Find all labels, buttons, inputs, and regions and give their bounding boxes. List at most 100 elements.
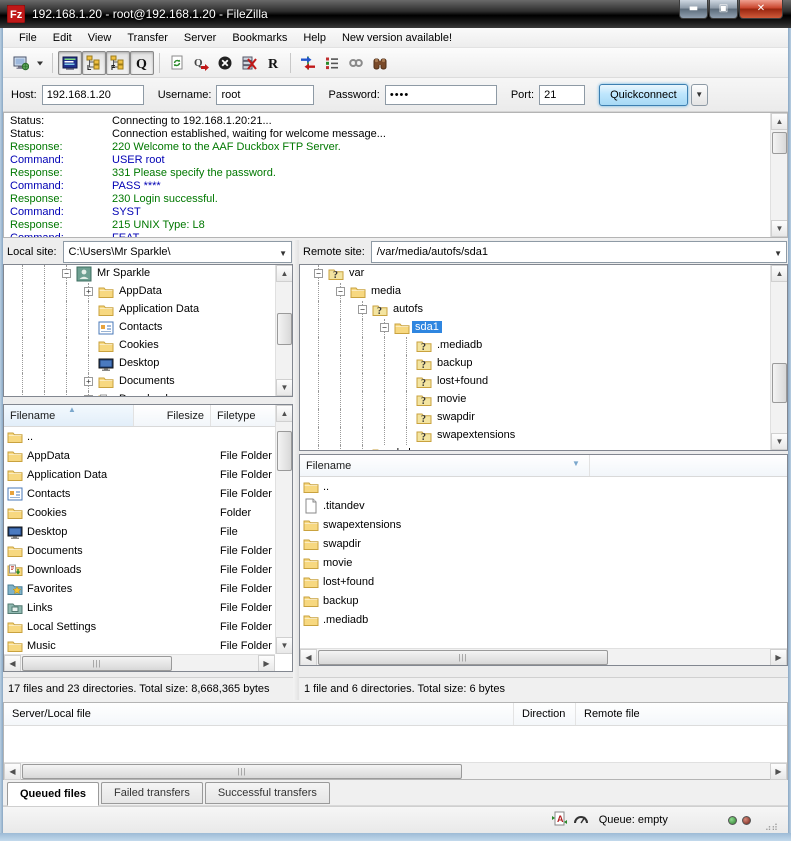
scroll-right-icon[interactable]: ▶ xyxy=(770,763,787,780)
menu-transfer[interactable]: Transfer xyxy=(119,30,176,46)
scroll-up-icon[interactable]: ▲ xyxy=(276,265,293,282)
local-tree-item[interactable]: +Downloads xyxy=(4,391,292,397)
menu-new-version-notice[interactable]: New version available! xyxy=(334,30,460,46)
menu-view[interactable]: View xyxy=(80,30,120,46)
local-tree-item[interactable]: Cookies xyxy=(4,337,292,355)
local-site-combobox[interactable]: C:\Users\Mr Sparkle\ ▼ xyxy=(63,241,292,263)
tab-queued-files[interactable]: Queued files xyxy=(7,782,99,806)
toggle-message-log-button[interactable] xyxy=(58,51,82,75)
local-file-row[interactable]: Desktop File xyxy=(4,522,275,541)
scroll-down-icon[interactable]: ▼ xyxy=(771,433,788,450)
remote-tree-item[interactable]: −?var xyxy=(300,265,787,283)
remote-tree-item[interactable]: ?swapdir xyxy=(300,409,787,427)
scroll-down-icon[interactable]: ▼ xyxy=(771,220,788,237)
column-header-filename[interactable]: Filename▼ xyxy=(300,455,590,476)
local-file-row[interactable]: Application Data File Folder xyxy=(4,465,275,484)
remote-site-combobox[interactable]: /var/media/autofs/sda1 ▼ xyxy=(371,241,787,263)
local-tree-item[interactable]: Contacts xyxy=(4,319,292,337)
scroll-down-icon[interactable]: ▼ xyxy=(276,379,293,396)
local-file-row[interactable]: Cookies Folder xyxy=(4,503,275,522)
host-input[interactable] xyxy=(42,85,144,105)
scrollbar-thumb[interactable] xyxy=(772,363,787,403)
password-input[interactable] xyxy=(385,85,497,105)
local-tree-item[interactable]: Application Data xyxy=(4,301,292,319)
remote-file-row[interactable]: .titandev xyxy=(300,496,787,515)
local-file-row[interactable]: Documents File Folder xyxy=(4,541,275,560)
message-log-scrollbar[interactable]: ▲ ▼ xyxy=(770,113,787,237)
remote-file-row[interactable]: .mediadb xyxy=(300,610,787,629)
directory-comparison-button[interactable] xyxy=(296,51,320,75)
scroll-left-icon[interactable]: ◀ xyxy=(300,649,317,666)
disconnect-button[interactable] xyxy=(237,51,261,75)
site-manager-dropdown[interactable] xyxy=(33,51,47,75)
local-file-row[interactable]: Favorites File Folder xyxy=(4,579,275,598)
port-input[interactable] xyxy=(539,85,585,105)
menu-help[interactable]: Help xyxy=(295,30,334,46)
remote-file-row[interactable]: swapdir xyxy=(300,534,787,553)
scroll-left-icon[interactable]: ◀ xyxy=(4,763,21,780)
scroll-left-icon[interactable]: ◀ xyxy=(4,655,21,672)
menu-server[interactable]: Server xyxy=(176,30,224,46)
remote-tree-item[interactable]: −?autofs xyxy=(300,301,787,319)
scroll-right-icon[interactable]: ▶ xyxy=(258,655,275,672)
collapse-icon[interactable]: − xyxy=(314,269,323,278)
expand-icon[interactable]: + xyxy=(84,395,93,397)
minimize-button[interactable]: ▬ xyxy=(679,0,708,19)
local-list-vscrollbar[interactable]: ▲ ▼ xyxy=(275,405,292,654)
local-tree-item[interactable]: +Documents xyxy=(4,373,292,391)
queue-column-local-file[interactable]: Server/Local file xyxy=(4,703,514,725)
menu-edit[interactable]: Edit xyxy=(45,30,80,46)
quickconnect-button[interactable]: Quickconnect xyxy=(599,84,688,106)
resize-grip[interactable]: ⣠⣴ xyxy=(765,820,778,831)
collapse-icon[interactable]: − xyxy=(358,305,367,314)
local-tree-item[interactable]: Desktop xyxy=(4,355,292,373)
local-file-row[interactable]: Links File Folder xyxy=(4,598,275,617)
toggle-local-tree-button[interactable]: L xyxy=(82,51,106,75)
collapse-icon[interactable]: − xyxy=(62,269,71,278)
tab-successful-transfers[interactable]: Successful transfers xyxy=(205,782,330,804)
local-tree-item[interactable]: −Mr Sparkle xyxy=(4,265,292,283)
column-header-filesize[interactable]: Filesize xyxy=(134,405,211,426)
scrollbar-thumb[interactable] xyxy=(772,132,787,154)
synchronized-browsing-button[interactable] xyxy=(344,51,368,75)
expand-icon[interactable]: + xyxy=(84,377,93,386)
local-file-row[interactable]: Local Settings File Folder xyxy=(4,617,275,636)
scrollbar-thumb[interactable]: ||| xyxy=(318,650,608,665)
queue-column-remote-file[interactable]: Remote file xyxy=(576,703,787,725)
titlebar[interactable]: Fz 192.168.1.20 - root@192.168.1.20 - Fi… xyxy=(0,0,791,28)
local-file-row[interactable]: Contacts File Folder xyxy=(4,484,275,503)
refresh-button[interactable] xyxy=(165,51,189,75)
queue-column-direction[interactable]: Direction xyxy=(514,703,576,725)
toggle-queue-button[interactable]: Q xyxy=(130,51,154,75)
reconnect-button[interactable]: R xyxy=(261,51,285,75)
local-file-row[interactable]: Downloads File Folder xyxy=(4,560,275,579)
remote-tree-scrollbar[interactable]: ▲ ▼ xyxy=(770,265,787,450)
local-tree-scrollbar[interactable]: ▲ ▼ xyxy=(275,265,292,396)
close-button[interactable]: ✕ xyxy=(739,0,783,19)
menu-file[interactable]: File xyxy=(11,30,45,46)
remote-file-row[interactable]: movie xyxy=(300,553,787,572)
menu-bookmarks[interactable]: Bookmarks xyxy=(224,30,295,46)
tab-failed-transfers[interactable]: Failed transfers xyxy=(101,782,203,804)
local-list-hscrollbar[interactable]: ◀ ||| ▶ xyxy=(4,654,275,671)
process-queue-button[interactable]: Q xyxy=(189,51,213,75)
scrollbar-thumb[interactable]: ||| xyxy=(22,656,172,671)
remote-file-row[interactable]: backup xyxy=(300,591,787,610)
cancel-operation-button[interactable] xyxy=(213,51,237,75)
remote-tree-item[interactable]: ?.mediadb xyxy=(300,337,787,355)
local-file-row[interactable]: .. xyxy=(4,427,275,446)
toggle-remote-tree-button[interactable]: F xyxy=(106,51,130,75)
remote-file-row[interactable]: swapextensions xyxy=(300,515,787,534)
quickconnect-dropdown[interactable]: ▼ xyxy=(691,84,708,106)
column-header-filename[interactable]: Filename▲ xyxy=(4,405,134,426)
collapse-icon[interactable]: − xyxy=(380,323,389,332)
remote-tree-item[interactable]: −sda1 xyxy=(300,319,787,337)
remote-tree-item[interactable]: ?movie xyxy=(300,391,787,409)
scroll-up-icon[interactable]: ▲ xyxy=(771,265,788,282)
scrollbar-thumb[interactable] xyxy=(277,431,292,471)
scrollbar-thumb[interactable]: ||| xyxy=(22,764,462,779)
directory-listing-filters-button[interactable] xyxy=(320,51,344,75)
remote-file-row[interactable]: .. xyxy=(300,477,787,496)
local-file-row[interactable]: AppData File Folder xyxy=(4,446,275,465)
local-file-row[interactable]: Music File Folder xyxy=(4,636,275,654)
